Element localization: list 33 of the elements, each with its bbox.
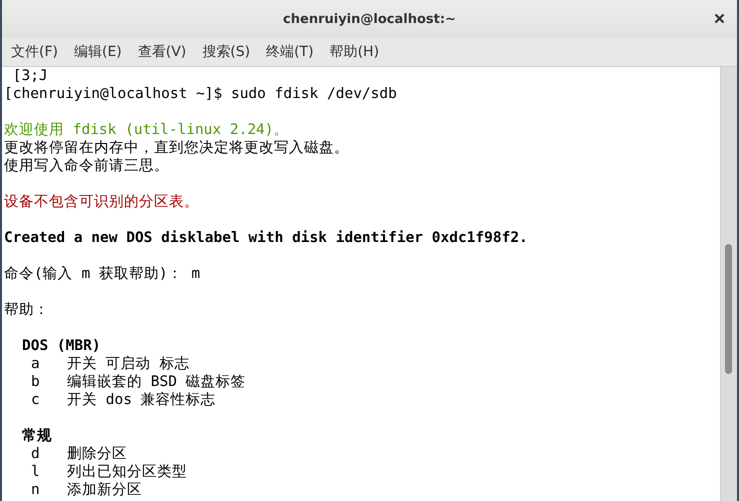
- command-key: c: [31, 391, 67, 409]
- scrollbar-thumb[interactable]: [725, 244, 732, 374]
- command-description: 开关 dos 兼容性标志: [67, 391, 216, 409]
- window-title: chenruiyin@localhost:~: [283, 12, 456, 26]
- terminal-line: 设备不包含可识别的分区表。: [4, 194, 199, 210]
- command-description: 开关 可启动 标志: [67, 355, 190, 373]
- command-key: b: [31, 373, 67, 391]
- terminal-line: 欢迎使用 fdisk (util-linux 2.24)。: [4, 122, 289, 138]
- terminal-line: 更改将停留在内存中，直到您决定将更改写入磁盘。: [4, 140, 349, 156]
- menu-item[interactable]: 帮助(H): [328, 43, 380, 61]
- menu-item[interactable]: 搜索(S): [201, 43, 252, 61]
- menu-item[interactable]: 查看(V): [136, 43, 188, 61]
- terminal-line: [3;J: [12, 68, 48, 84]
- section-heading: 常规: [22, 427, 52, 445]
- menu-item[interactable]: 文件(F): [10, 43, 59, 61]
- command-key: a: [31, 355, 67, 373]
- command-description: 列出已知分区类型: [67, 463, 187, 481]
- command-key: n: [31, 481, 67, 499]
- terminal-line: 帮助：: [4, 302, 49, 318]
- command-description: 编辑嵌套的 BSD 磁盘标签: [67, 373, 246, 391]
- scrollbar[interactable]: [720, 67, 737, 501]
- menu-item[interactable]: 终端(T): [265, 43, 315, 61]
- menu-item[interactable]: 编辑(E): [72, 43, 123, 61]
- command-description: 添加新分区: [67, 481, 142, 499]
- command-key: l: [31, 463, 67, 481]
- command-description: 删除分区: [67, 445, 127, 463]
- terminal-line: [chenruiyin@localhost ~]$ sudo fdisk /dev/sdb: [4, 86, 397, 102]
- terminal-line: 使用写入命令前请三思。: [4, 158, 169, 174]
- terminal-line: Created a new DOS disklabel with disk identifier 0xdc1f98f2.: [4, 230, 528, 246]
- close-icon[interactable]: [714, 13, 725, 24]
- terminal-line: 命令(输入 m 获取帮助)： m: [4, 266, 200, 282]
- command-key: d: [31, 445, 67, 463]
- section-heading: DOS (MBR): [22, 337, 101, 355]
